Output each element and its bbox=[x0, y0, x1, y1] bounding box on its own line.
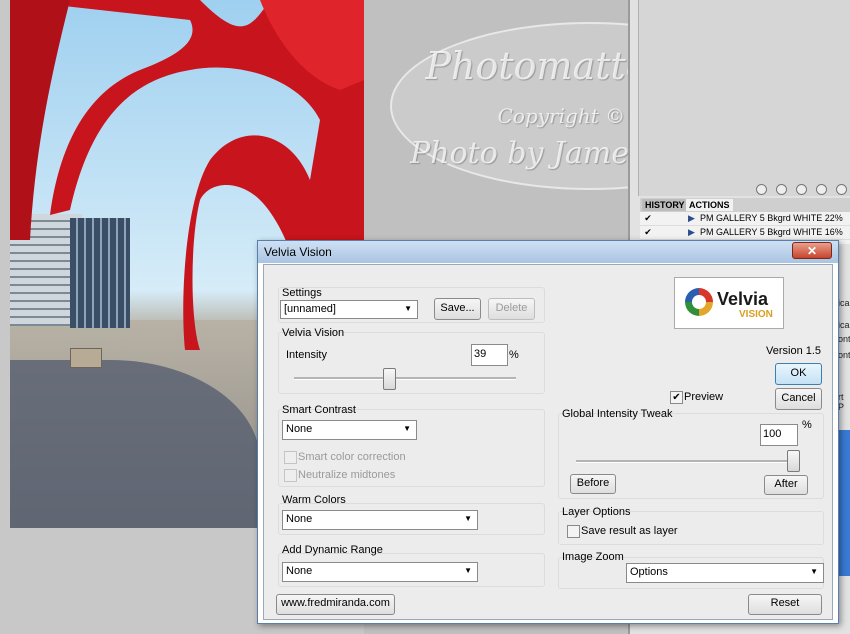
action-label: PM GALLERY 5 Bkgrd WHITE 16% bbox=[700, 227, 843, 237]
action-label: PM GALLERY 5 Bkgrd WHITE 22% bbox=[700, 213, 843, 223]
panel-control-icon[interactable] bbox=[776, 184, 787, 195]
before-button[interactable]: Before bbox=[570, 474, 616, 494]
chevron-down-icon: ▼ bbox=[464, 566, 472, 575]
global-tweak-label: Global Intensity Tweak bbox=[562, 408, 673, 420]
settings-value: [unnamed] bbox=[284, 303, 336, 315]
intensity-percent: % bbox=[509, 349, 519, 361]
smart-contrast-dropdown[interactable]: None ▼ bbox=[282, 420, 417, 440]
dialog-body: Settings [unnamed] ▼ Save... Delete Velv… bbox=[263, 264, 833, 620]
chevron-down-icon: ▼ bbox=[403, 424, 411, 433]
aperture-logo-icon bbox=[685, 288, 713, 316]
image-zoom-dropdown[interactable]: Options ▼ bbox=[626, 563, 824, 583]
save-layer-label: Save result as layer bbox=[581, 525, 678, 537]
smart-color-checkbox[interactable] bbox=[284, 451, 297, 464]
chevron-down-icon: ▼ bbox=[810, 567, 818, 576]
close-icon[interactable]: ✕ bbox=[792, 242, 832, 259]
cancel-button[interactable]: Cancel bbox=[775, 388, 822, 410]
panel-control-icon[interactable] bbox=[756, 184, 767, 195]
after-button[interactable]: After bbox=[764, 475, 808, 495]
reset-button[interactable]: Reset bbox=[748, 594, 822, 615]
velvia-vision-dialog: Velvia Vision ✕ Settings [unnamed] ▼ Sav… bbox=[257, 240, 839, 624]
intensity-slider-thumb[interactable] bbox=[382, 368, 396, 390]
delete-button[interactable]: Delete bbox=[488, 298, 535, 320]
panel-control-icon[interactable] bbox=[836, 184, 847, 195]
side-fragment: ont bbox=[838, 334, 850, 344]
dynamic-range-label: Add Dynamic Range bbox=[282, 544, 383, 556]
chevron-down-icon: ▼ bbox=[404, 304, 412, 313]
side-fragment: rt P bbox=[838, 392, 845, 412]
website-button[interactable]: www.fredmiranda.com bbox=[276, 594, 395, 615]
tab-actions[interactable]: ACTIONS bbox=[686, 199, 733, 211]
panel-control-icon[interactable] bbox=[796, 184, 807, 195]
neutralize-checkbox[interactable] bbox=[284, 469, 297, 482]
side-fragment: ical bbox=[838, 298, 850, 308]
global-tweak-percent: % bbox=[802, 419, 812, 431]
neutralize-label: Neutralize midtones bbox=[298, 469, 396, 481]
ok-button[interactable]: OK bbox=[775, 363, 822, 385]
dynamic-range-value: None bbox=[286, 565, 313, 577]
panel-area-top bbox=[638, 0, 850, 196]
save-button[interactable]: Save... bbox=[434, 298, 481, 320]
intensity-input[interactable]: 39 bbox=[471, 344, 508, 366]
save-layer-checkbox[interactable] bbox=[567, 525, 580, 538]
smart-color-label: Smart color correction bbox=[298, 451, 406, 463]
smart-contrast-value: None bbox=[286, 423, 313, 435]
velvia-vision-logo: Velvia VISION bbox=[674, 277, 784, 329]
logo-text: Velvia bbox=[717, 289, 769, 309]
global-tweak-slider-track[interactable] bbox=[576, 460, 798, 463]
warm-colors-dropdown[interactable]: None ▼ bbox=[282, 510, 478, 530]
global-tweak-slider-thumb[interactable] bbox=[787, 450, 800, 472]
dynamic-range-dropdown[interactable]: None ▼ bbox=[282, 562, 478, 582]
play-triangle-icon: ▶ bbox=[688, 213, 695, 223]
warm-colors-value: None bbox=[286, 513, 313, 525]
warm-colors-label: Warm Colors bbox=[282, 494, 346, 506]
layer-options-label: Layer Options bbox=[562, 506, 631, 518]
action-row[interactable]: ✔ ▶ PM GALLERY 5 Bkgrd WHITE 16% bbox=[640, 226, 850, 240]
preview-label: Preview bbox=[684, 391, 724, 403]
selected-action-strip bbox=[838, 430, 850, 576]
settings-label: Settings bbox=[282, 287, 322, 299]
action-row[interactable]: ✔ ▶ PM GALLERY 5 Bkgrd WHITE 22% bbox=[640, 212, 850, 226]
logo-subtext: VISION bbox=[739, 309, 773, 320]
chevron-down-icon: ▼ bbox=[464, 514, 472, 523]
velvia-vision-label: Velvia Vision bbox=[282, 327, 345, 339]
panel-control-icon[interactable] bbox=[816, 184, 827, 195]
checkmark-icon[interactable]: ✔ bbox=[643, 227, 653, 237]
panel-controls bbox=[640, 182, 850, 196]
smart-contrast-label: Smart Contrast bbox=[282, 404, 356, 416]
panel-tabs: HISTORY ACTIONS bbox=[640, 198, 850, 212]
version-label: Version 1.5 bbox=[766, 345, 822, 357]
image-zoom-value: Options bbox=[630, 566, 668, 578]
preview-checkbox[interactable]: ✔ bbox=[670, 391, 683, 404]
side-fragment: ical bbox=[838, 320, 850, 330]
image-zoom-label: Image Zoom bbox=[562, 551, 624, 563]
global-tweak-input[interactable]: 100 bbox=[760, 424, 798, 446]
intensity-label: Intensity bbox=[286, 349, 327, 361]
dialog-titlebar[interactable]: Velvia Vision ✕ bbox=[258, 241, 838, 263]
play-triangle-icon: ▶ bbox=[688, 227, 695, 237]
dialog-title: Velvia Vision bbox=[264, 245, 332, 259]
tab-history[interactable]: HISTORY bbox=[642, 199, 688, 211]
checkmark-icon[interactable]: ✔ bbox=[643, 213, 653, 223]
settings-dropdown[interactable]: [unnamed] ▼ bbox=[280, 300, 418, 319]
side-fragment: ont bbox=[838, 350, 850, 360]
intensity-slider-track[interactable] bbox=[294, 377, 516, 380]
